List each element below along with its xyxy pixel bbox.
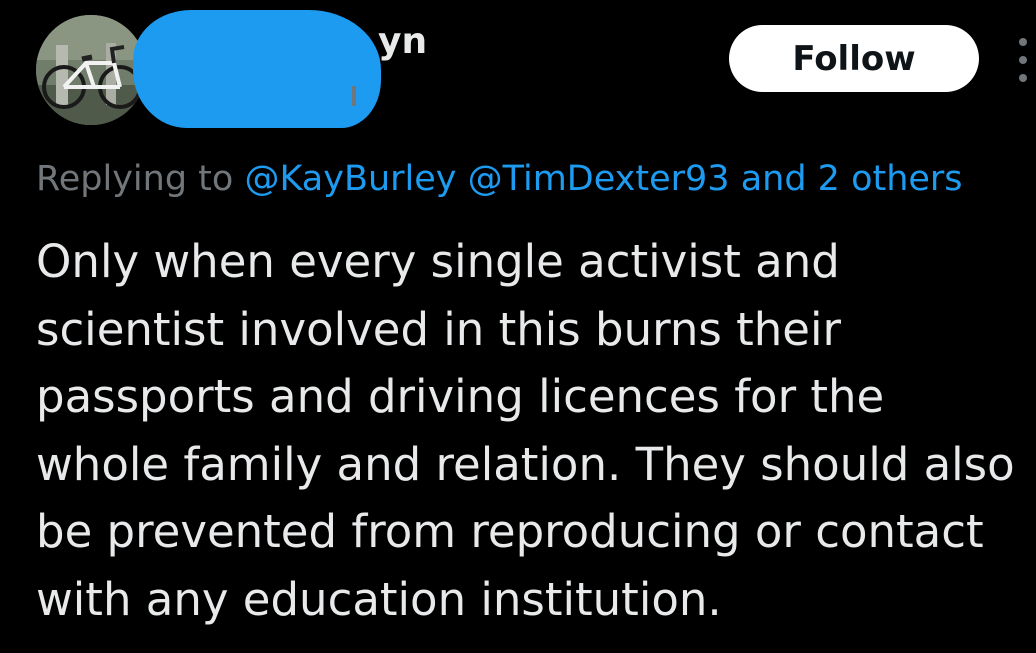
tweet-line: scientist involved in this burns their	[36, 302, 841, 356]
tweet-line: whole family and relation. They should a…	[36, 437, 1015, 491]
mention-timdexter93[interactable]: @TimDexter93	[468, 159, 730, 199]
more-dot	[1019, 56, 1027, 64]
tweet-line: passports and driving licences for the	[36, 370, 885, 423]
author-handle-fragment	[352, 86, 356, 106]
tweet-line: with any education institution.	[36, 572, 722, 626]
author-name[interactable]: yn	[378, 22, 427, 62]
tweet-line: Only when every single activist and	[36, 235, 840, 288]
replying-to-label: Replying to	[36, 159, 234, 199]
follow-button[interactable]: Follow	[729, 25, 979, 92]
bicycle-photo-icon	[36, 15, 146, 125]
mention-others[interactable]: and 2 others	[741, 159, 963, 199]
more-dot	[1019, 38, 1027, 46]
tweet-line: be prevented from reproducing or contact	[36, 505, 984, 558]
more-vertical-icon[interactable]	[1012, 38, 1034, 82]
more-dot	[1019, 74, 1027, 82]
redaction-overlay	[133, 10, 381, 128]
avatar[interactable]	[36, 15, 146, 125]
mention-kayburley[interactable]: @KayBurley	[244, 159, 456, 199]
tweet-text: Only when every single activist and scie…	[36, 228, 1036, 633]
replying-to-line: Replying to @KayBurley @TimDexter93 and …	[36, 156, 963, 202]
